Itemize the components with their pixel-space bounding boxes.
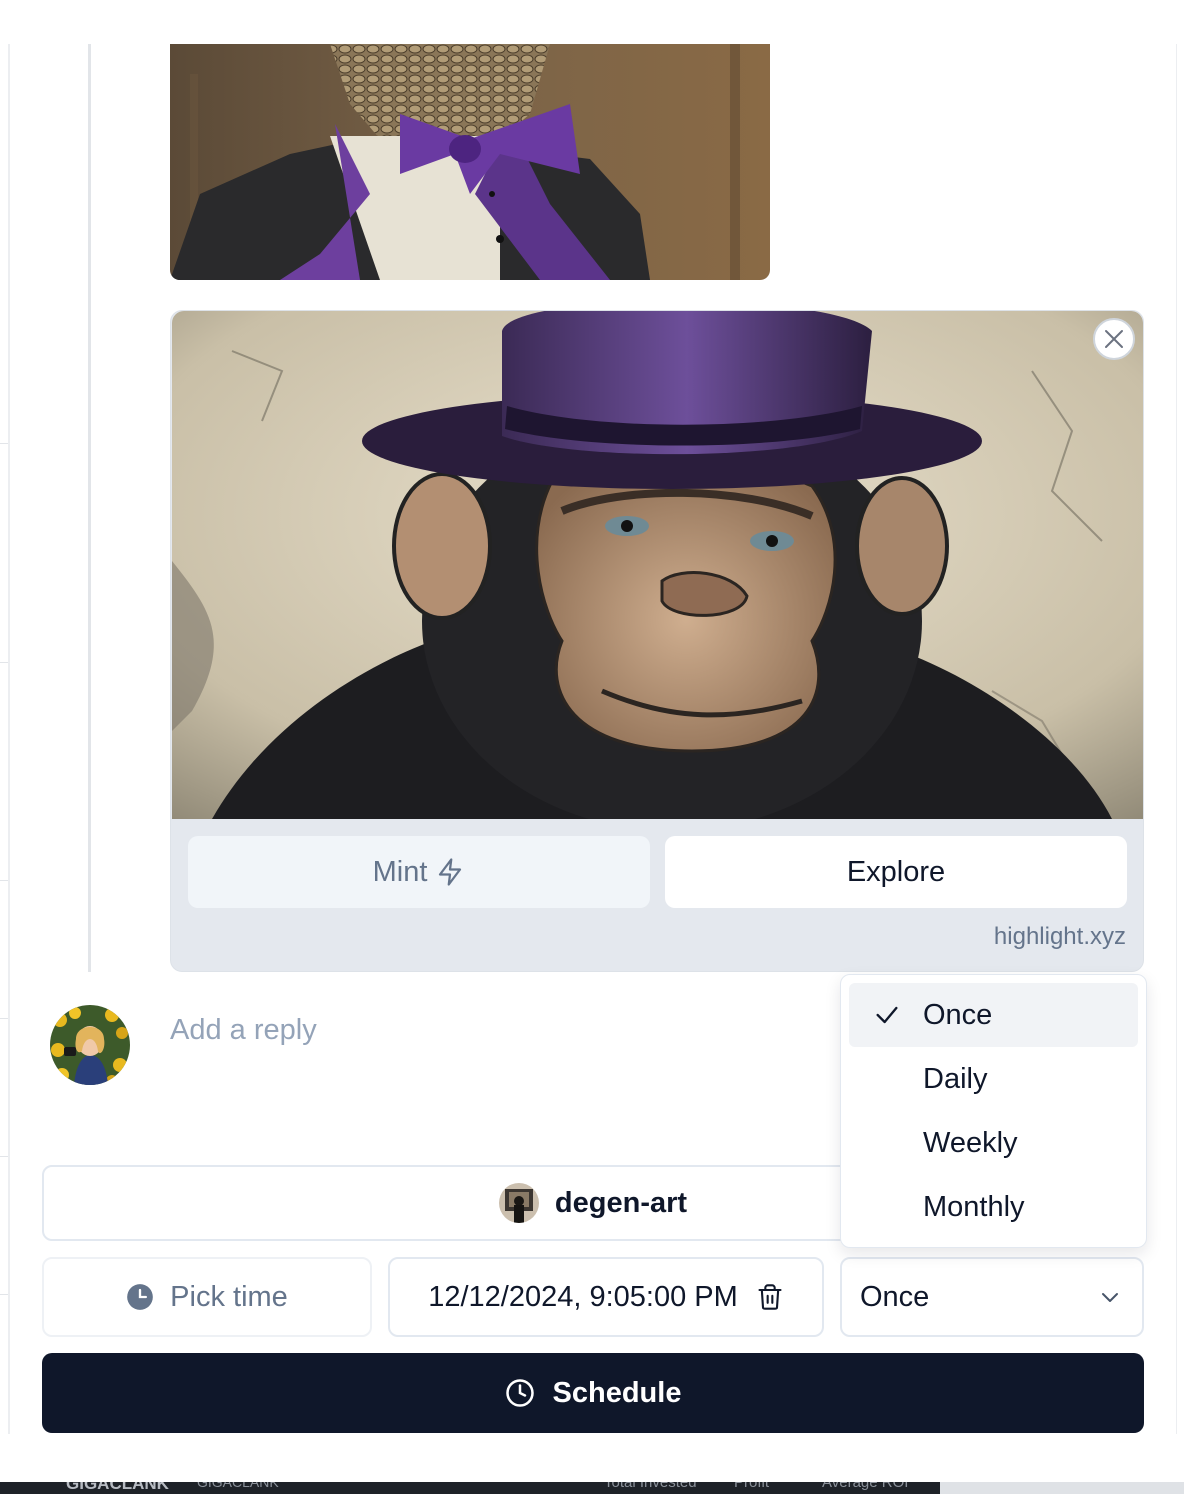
background-text: Total Invested xyxy=(604,1482,697,1491)
reply-input[interactable] xyxy=(170,1008,830,1052)
option-label: Once xyxy=(923,998,993,1031)
option-label: Monthly xyxy=(923,1190,1025,1223)
pick-time-label: Pick time xyxy=(170,1280,288,1313)
close-icon xyxy=(1105,330,1123,348)
pick-time-button[interactable]: Pick time xyxy=(42,1257,372,1337)
frequency-option-daily[interactable]: Daily xyxy=(849,1047,1138,1111)
mint-button[interactable]: Mint xyxy=(188,836,650,908)
scheduled-datetime[interactable]: 12/12/2024, 9:05:00 PM xyxy=(388,1257,824,1337)
frequency-option-weekly[interactable]: Weekly xyxy=(849,1111,1138,1175)
remove-embed-button[interactable] xyxy=(1093,318,1135,360)
lightning-icon xyxy=(439,858,462,886)
clock-icon xyxy=(505,1379,534,1407)
background-text: GIGACLANK xyxy=(197,1482,279,1490)
schedule-label: Schedule xyxy=(552,1376,682,1409)
schedule-button[interactable]: Schedule xyxy=(42,1353,1144,1433)
option-label: Weekly xyxy=(923,1126,1018,1159)
background-text: Profit xyxy=(734,1482,770,1491)
right-frame-border xyxy=(1176,44,1177,1434)
background-text: GIGACLANK xyxy=(66,1482,169,1493)
trash-icon[interactable] xyxy=(756,1283,784,1311)
channel-name: degen-art xyxy=(554,1186,688,1219)
frame-divider xyxy=(0,1156,8,1157)
avatar xyxy=(50,1005,130,1085)
frequency-dropdown-menu: Once Daily Weekly Monthly xyxy=(840,974,1147,1248)
option-label: Daily xyxy=(923,1062,988,1095)
frame-divider xyxy=(0,443,8,444)
channel-icon xyxy=(498,1183,539,1223)
frequency-select[interactable]: Once xyxy=(840,1257,1144,1337)
background-text: Average ROI xyxy=(822,1482,909,1491)
chevron-down-icon xyxy=(1102,1293,1118,1302)
frequency-option-once[interactable]: Once xyxy=(849,983,1138,1047)
thread-line xyxy=(88,44,91,972)
left-frame-border xyxy=(8,44,10,1434)
explore-button[interactable]: Explore xyxy=(665,836,1127,908)
frame-divider xyxy=(0,662,8,663)
datetime-value: 12/12/2024, 9:05:00 PM xyxy=(428,1280,738,1313)
mint-label: Mint xyxy=(372,855,428,888)
frequency-option-monthly[interactable]: Monthly xyxy=(849,1175,1138,1239)
clock-icon xyxy=(127,1284,154,1310)
background-page-strip: GIGACLANK GIGACLANK Total Invested Profi… xyxy=(0,1482,1184,1494)
check-icon xyxy=(876,1006,898,1024)
frame-divider xyxy=(0,1018,8,1019)
frame-divider xyxy=(0,880,8,881)
frame-divider xyxy=(0,1294,8,1295)
mint-embed-card: Mint Explore highlight.xyz xyxy=(170,310,1144,972)
explore-label: Explore xyxy=(846,855,946,888)
embed-image-chimpanzee-top-hat[interactable] xyxy=(172,311,1143,819)
embed-domain: highlight.xyz xyxy=(993,923,1126,950)
cast-image-lizard-in-suit[interactable] xyxy=(170,44,770,280)
frequency-value: Once xyxy=(860,1280,930,1313)
